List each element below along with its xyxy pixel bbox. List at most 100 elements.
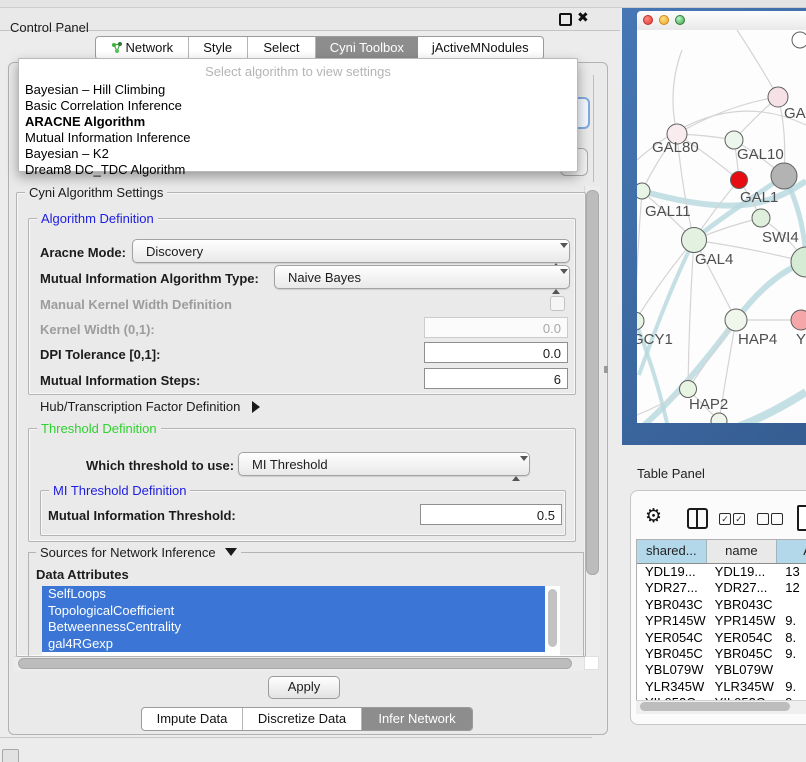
network-node-GCY1[interactable] xyxy=(637,312,644,330)
network-node-GAL11[interactable] xyxy=(637,183,650,199)
tab-network[interactable]: Network xyxy=(96,37,189,59)
settings-vscrollbar-thumb[interactable] xyxy=(586,190,599,575)
tab-jactivemnodules-label: jActiveMNodules xyxy=(432,40,529,55)
select-all-checkbox-icon[interactable]: ✓ xyxy=(733,513,745,525)
network-canvas[interactable]: GALGAL80GAL10GAL1GAL11SWI4GAL4GCY1HAP4YH… xyxy=(637,30,806,423)
table-cell: YBL079W xyxy=(637,662,707,678)
network-node-SWI4[interactable] xyxy=(752,209,770,227)
network-node-HAP4[interactable] xyxy=(725,309,747,331)
mi-steps-field[interactable]: 6 xyxy=(424,368,568,389)
sources-toggle[interactable]: Sources for Network Inference xyxy=(36,545,241,560)
gear-icon[interactable]: ⚙ xyxy=(645,505,662,528)
apply-button[interactable]: Apply xyxy=(268,676,340,699)
table-cell: YDL19... xyxy=(707,564,778,580)
table-cell: 13 xyxy=(777,564,806,580)
network-edge[interactable] xyxy=(677,97,778,134)
table-row[interactable]: YBL079WYBL079W xyxy=(637,662,806,678)
network-node-label: GAL xyxy=(784,105,806,122)
aracne-mode-value: Discovery xyxy=(146,244,203,259)
splitter-grip[interactable] xyxy=(604,366,608,373)
screen: Control Panel ✖ Network Style Select Cyn… xyxy=(0,0,806,762)
table-cell: YBR045C xyxy=(707,646,778,662)
algorithm-option[interactable]: Bayesian – K2 xyxy=(19,146,577,162)
network-node-gal-pink[interactable] xyxy=(768,87,788,107)
column-header-shared-name[interactable]: shared... xyxy=(637,540,707,563)
deselect-all-checkbox-icon[interactable] xyxy=(771,513,783,525)
list-item[interactable]: gal4RGexp xyxy=(42,636,545,653)
which-threshold-value: MI Threshold xyxy=(252,457,328,472)
zoom-traffic-light-icon[interactable] xyxy=(675,15,685,25)
algorithm-option[interactable]: Dream8 DC_TDC Algorithm xyxy=(19,162,577,178)
table-row[interactable]: YER054CYER054C8. xyxy=(637,630,806,646)
column-header-clipped[interactable]: A xyxy=(777,540,806,563)
list-item[interactable]: TopologicalCoefficient xyxy=(42,603,545,620)
network-node-HAP2[interactable] xyxy=(680,381,697,398)
tab-style[interactable]: Style xyxy=(189,37,248,59)
collapsed-panel-button[interactable] xyxy=(2,749,19,762)
table-header-row: shared... name A xyxy=(637,540,806,564)
table-row[interactable]: YDR27...YDR27...12 xyxy=(637,580,806,596)
float-window-icon[interactable] xyxy=(559,13,572,26)
export-table-icon[interactable] xyxy=(797,505,806,531)
table-cell xyxy=(777,597,806,613)
tab-impute-data[interactable]: Impute Data xyxy=(142,708,243,730)
network-canvas-svg[interactable]: GALGAL80GAL10GAL1GAL11SWI4GAL4GCY1HAP4YH… xyxy=(637,30,806,423)
table-cell: YBR045C xyxy=(637,646,707,662)
network-node-big-right[interactable] xyxy=(791,247,806,277)
network-node-pink-right[interactable] xyxy=(791,310,806,330)
list-item[interactable]: SelfLoops xyxy=(42,586,545,603)
table-row[interactable]: YBR043CYBR043C xyxy=(637,597,806,613)
network-node-bottom-node[interactable] xyxy=(711,413,727,423)
network-edge[interactable] xyxy=(688,240,694,389)
table-row[interactable]: YPR145WYPR145W9. xyxy=(637,613,806,629)
mi-type-combobox[interactable]: Naive Bayes xyxy=(274,265,570,289)
table-hscrollbar-thumb[interactable] xyxy=(640,702,790,711)
tab-jactivemnodules[interactable]: jActiveMNodules xyxy=(418,37,543,59)
dpi-tolerance-field[interactable]: 0.0 xyxy=(424,342,568,363)
tab-cyni-toolbox[interactable]: Cyni Toolbox xyxy=(316,37,417,59)
which-threshold-combobox[interactable]: MI Threshold xyxy=(238,452,530,476)
network-node-edge-node[interactable] xyxy=(792,32,806,48)
close-icon[interactable]: ✖ xyxy=(577,9,589,26)
table-row[interactable]: YDL19...YDL19...13 xyxy=(637,564,806,580)
settings-hscrollbar-thumb[interactable] xyxy=(18,658,572,669)
table-row[interactable]: YLR345WYLR345W9. xyxy=(637,679,806,695)
attributes-scrollbar-thumb[interactable] xyxy=(548,589,557,647)
scrollbar-corner xyxy=(584,656,599,670)
split-columns-icon[interactable] xyxy=(687,508,708,529)
hub-definition-toggle[interactable]: Hub/Transcription Factor Definition xyxy=(40,399,260,414)
table-cell: YDR27... xyxy=(707,580,778,596)
algorithm-option[interactable]: Bayesian – Hill Climbing xyxy=(19,82,577,98)
table-row[interactable]: YBR045CYBR045C9. xyxy=(637,646,806,662)
mi-threshold-field[interactable]: 0.5 xyxy=(420,504,562,525)
table-body: YDL19...YDL19...13YDR27...YDR27...12YBR0… xyxy=(637,564,806,701)
algorithm-option-selected[interactable]: ARACNE Algorithm xyxy=(19,114,577,130)
manual-kernel-checkbox[interactable] xyxy=(550,296,565,311)
network-node-GAL4[interactable] xyxy=(682,228,707,253)
network-node-GAL1[interactable] xyxy=(731,172,748,189)
kernel-width-field[interactable]: 0.0 xyxy=(424,317,568,338)
aracne-mode-label: Aracne Mode: xyxy=(40,245,126,260)
column-header-name[interactable]: name xyxy=(707,540,778,563)
minimize-traffic-light-icon[interactable] xyxy=(659,15,669,25)
select-all-checkbox-icon[interactable]: ✓ xyxy=(719,513,731,525)
table-cell: YDR27... xyxy=(637,580,707,596)
network-edge[interactable] xyxy=(688,320,736,389)
list-item[interactable]: BetweennessCentrality xyxy=(42,619,545,636)
aracne-mode-combobox[interactable]: Discovery xyxy=(132,239,570,263)
network-edge[interactable] xyxy=(637,191,642,321)
network-edge[interactable] xyxy=(737,30,778,97)
algorithm-option[interactable]: Basic Correlation Inference xyxy=(19,98,577,114)
network-edge[interactable] xyxy=(673,50,682,134)
network-node-label: GCY1 xyxy=(637,331,673,348)
network-node-label: GAL10 xyxy=(737,146,784,163)
tab-select[interactable]: Select xyxy=(248,37,317,59)
tab-discretize-data[interactable]: Discretize Data xyxy=(243,708,362,730)
algorithm-option[interactable]: Mutual Information Inference xyxy=(19,130,577,146)
deselect-all-checkbox-icon[interactable] xyxy=(757,513,769,525)
tab-infer-network[interactable]: Infer Network xyxy=(362,708,472,730)
close-traffic-light-icon[interactable] xyxy=(643,15,653,25)
network-edge[interactable] xyxy=(735,392,806,423)
network-node-label: GAL4 xyxy=(695,251,733,268)
network-node-gray-node[interactable] xyxy=(771,163,797,189)
